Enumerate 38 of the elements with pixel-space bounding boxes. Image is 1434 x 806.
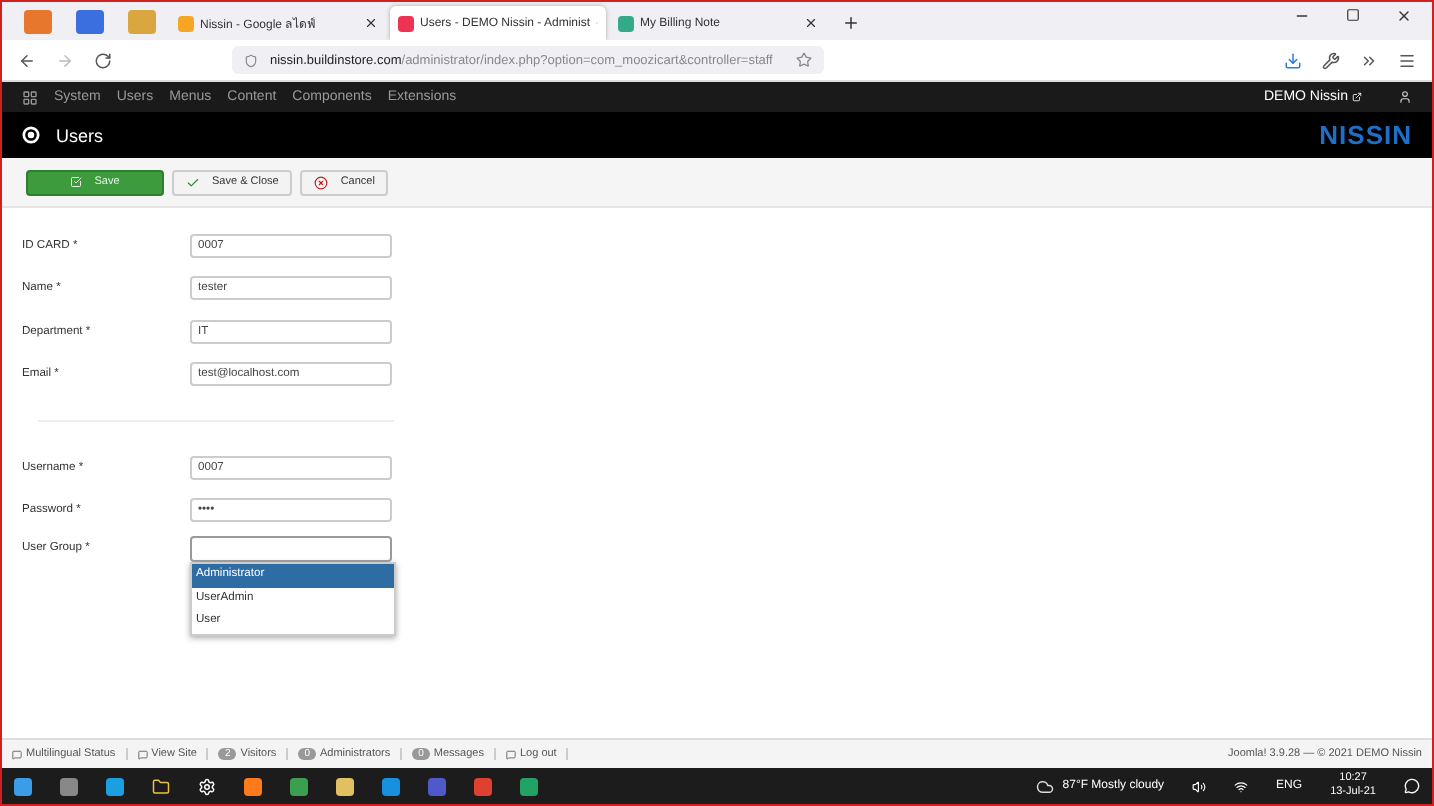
app-icon[interactable]: [474, 777, 492, 795]
check-icon: [186, 175, 200, 189]
network-icon[interactable]: [1234, 779, 1249, 793]
speech-bubble-icon: [137, 749, 148, 759]
app-icon[interactable]: [290, 777, 308, 795]
app-icon[interactable]: [382, 777, 400, 795]
volume-icon[interactable]: [1192, 779, 1207, 793]
reload-icon[interactable]: [94, 51, 112, 69]
new-tab-icon[interactable]: [842, 14, 860, 32]
app-icon[interactable]: [336, 777, 354, 795]
favicon-icon: [618, 15, 634, 31]
folder-icon[interactable]: [152, 777, 170, 795]
favicon-icon: [398, 15, 414, 31]
notification-icon[interactable]: [1404, 778, 1420, 794]
cancel-icon: [314, 175, 329, 189]
overflow-icon[interactable]: [1360, 51, 1378, 69]
menu-icon[interactable]: [1398, 51, 1416, 69]
checkbox-icon: [70, 176, 83, 188]
settings-icon[interactable]: [198, 777, 216, 795]
page-title: Users: [56, 125, 104, 145]
user-icon[interactable]: [1398, 90, 1412, 104]
wrench-icon[interactable]: [1322, 51, 1340, 69]
target-icon: [22, 126, 40, 144]
app-icon[interactable]: [106, 777, 124, 795]
external-link-icon: [1352, 92, 1362, 102]
app-icon[interactable]: [520, 777, 538, 795]
download-icon[interactable]: [1284, 51, 1302, 69]
speech-bubble-icon: [12, 749, 22, 759]
shield-icon: [244, 53, 258, 67]
speech-bubble-icon: [505, 749, 516, 759]
app-icon[interactable]: [244, 777, 262, 795]
back-icon[interactable]: [18, 51, 36, 69]
star-icon[interactable]: [796, 52, 813, 68]
cloud-icon: [1036, 777, 1055, 795]
logo: NISSIN: [1319, 120, 1412, 150]
favicon-icon: [178, 15, 194, 31]
restore-icon[interactable]: [1346, 8, 1360, 22]
select-field[interactable]: [190, 536, 392, 562]
